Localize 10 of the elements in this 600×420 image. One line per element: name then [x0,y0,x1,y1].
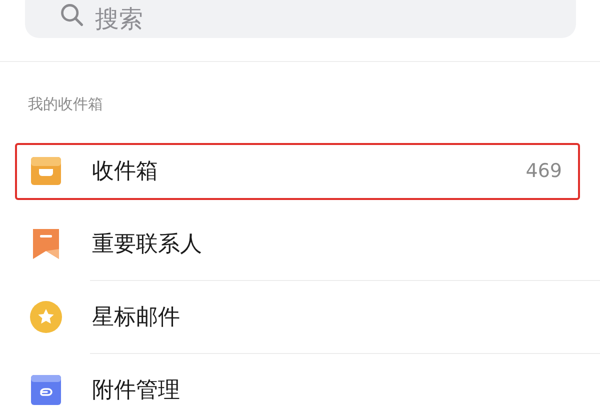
mailbox-item[interactable]: 星标邮件 [15,288,580,346]
tray-icon [30,155,62,187]
bookmark-icon [30,228,62,260]
mailbox-item[interactable]: 收件箱 469 [15,142,580,200]
mailbox-item[interactable]: 附件管理 [15,362,580,418]
search-field[interactable]: 搜索 [25,0,576,38]
section-title: 我的收件箱 [27,94,104,115]
paperclip-icon [30,374,62,406]
mailbox-item[interactable]: 重要联系人 [15,216,580,272]
unread-count: 469 [526,160,562,182]
